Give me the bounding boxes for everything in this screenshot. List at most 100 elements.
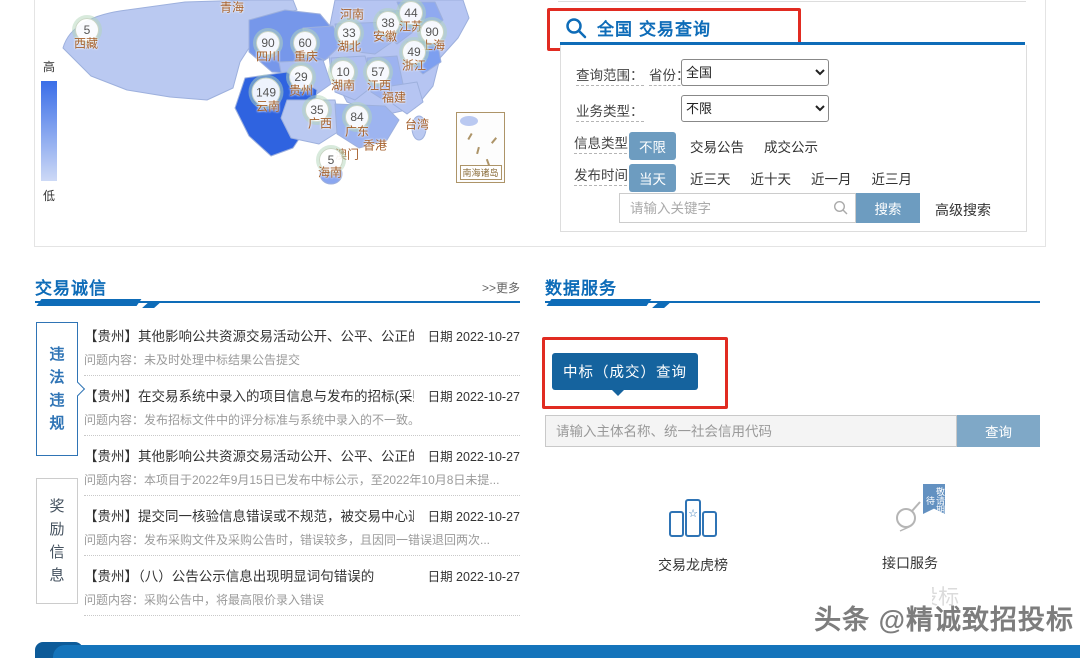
query-title-region: 全国	[597, 15, 633, 40]
south-china-sea-inset: 南海诸岛	[456, 112, 505, 183]
keyword-row: 搜索 高级搜索	[561, 193, 1026, 225]
query-form: 查询范围： 省份： 全国 业务类型： 不限 信息类型： 不限交易公告成交公示 发…	[560, 45, 1027, 232]
item-problem-content: 问题内容：采购公告中，将最高限价录入错误	[84, 591, 520, 608]
shortcut-trade-ranking[interactable]: ☆ 交易龙虎榜	[628, 492, 758, 575]
inset-dash	[491, 137, 497, 144]
national-query-header: 全国 交易查询	[565, 15, 711, 40]
map-province-label: 湖南	[331, 77, 355, 94]
item-title[interactable]: 【贵州】其他影响公共资源交易活动公开、公平、公正的...	[84, 445, 414, 465]
publish-time-option[interactable]: 近十天	[751, 168, 792, 188]
item-problem-content: 问题内容：本项目于2022年9月15日已发布中标公示，至2022年10月8日未提…	[84, 471, 520, 488]
inset-islands-shape	[460, 116, 478, 126]
map-province-label: 四川	[256, 48, 280, 65]
map-province-label: 重庆	[294, 48, 318, 65]
integrity-list-item[interactable]: 【贵州】提交同一核验信息错误或不规范，被交易中心退... 日期 2022-10-2…	[84, 496, 520, 556]
map-province-label: 安徽	[373, 28, 397, 45]
province-select[interactable]: 全国	[681, 59, 829, 86]
integrity-tab[interactable]: 违法违规	[36, 322, 78, 456]
info-type-option[interactable]: 成交公示	[764, 136, 818, 156]
map-province-label: 青海	[220, 0, 244, 16]
map-province-label: 广西	[308, 115, 332, 132]
integrity-title: 交易诚信	[35, 279, 107, 298]
legend-gradient-bar	[41, 81, 57, 181]
coming-soon-badge: 敬请期待	[923, 484, 945, 514]
map-province-label: 云南	[256, 98, 280, 115]
business-row: 业务类型： 不限	[561, 95, 1026, 123]
item-title[interactable]: 【贵州】提交同一核验信息错误或不规范，被交易中心退...	[84, 505, 414, 525]
business-select[interactable]: 不限	[681, 95, 829, 122]
publish-time-row: 发布时间： 当天近三天近十天近一月近三月	[561, 159, 1026, 187]
item-date: 日期 2022-10-27	[428, 446, 520, 465]
subject-query-button[interactable]: 查询	[957, 415, 1040, 447]
item-title[interactable]: 【贵州】在交易系统中录入的项目信息与发布的招标(采购...	[84, 385, 414, 405]
item-problem-content: 问题内容：发布招标文件中的评分标准与系统中录入的不一致。	[84, 411, 520, 428]
data-service-title: 数据服务	[545, 279, 617, 298]
integrity-more-link[interactable]: >>更多	[482, 279, 520, 296]
input-search-icon	[833, 200, 849, 216]
shortcut-label: 接口服务	[845, 553, 975, 573]
data-service-header: 数据服务	[545, 274, 1040, 298]
item-date: 日期 2022-10-27	[428, 506, 520, 525]
search-icon	[565, 17, 587, 39]
inset-dash	[476, 147, 480, 154]
publish-time-option[interactable]: 近三天	[690, 168, 731, 188]
map-province-label: 福建	[382, 89, 406, 106]
subject-query-input[interactable]	[545, 415, 957, 447]
item-date: 日期 2022-10-27	[428, 386, 520, 405]
info-type-option[interactable]: 不限	[629, 132, 676, 160]
integrity-accent	[37, 299, 142, 306]
scope-row: 查询范围： 省份： 全国	[561, 59, 1026, 87]
active-tab-notch	[71, 382, 85, 396]
china-map[interactable]: 青海5西藏河南90四川60重庆33湖北38安徽44江苏90上海49浙江10湖南5…	[35, 0, 535, 240]
shortcut-api-service[interactable]: 敬请期待 接口服务	[845, 492, 975, 573]
info-type-options: 不限交易公告成交公示	[629, 132, 838, 160]
svg-text:☆: ☆	[688, 508, 698, 520]
query-title: 交易查询	[639, 15, 711, 40]
inset-dash	[467, 133, 472, 140]
legend-low-label: 低	[38, 187, 60, 204]
map-province-label: 浙江	[402, 57, 426, 74]
integrity-list-item[interactable]: 【贵州】其他影响公共资源交易活动公开、公平、公正的... 日期 2022-10-2…	[84, 436, 520, 496]
publish-time-option[interactable]: 当天	[629, 164, 676, 192]
integrity-tabs: 违法违规奖励信息	[36, 322, 78, 604]
award-tab-pointer	[612, 390, 624, 402]
inset-label: 南海诸岛	[459, 165, 501, 180]
award-query-tab[interactable]: 中标（成交）查询	[552, 353, 698, 390]
map-province-label: 香港	[363, 137, 387, 154]
info-type-row: 信息类型： 不限交易公告成交公示	[561, 127, 1026, 155]
integrity-list-item[interactable]: 【贵州】在交易系统中录入的项目信息与发布的招标(采购... 日期 2022-10-…	[84, 376, 520, 436]
item-problem-content: 问题内容：未及时处理中标结果公告提交	[84, 351, 520, 368]
keyword-input[interactable]	[619, 193, 856, 223]
map-heat-legend: 高 低	[38, 58, 60, 204]
item-date: 日期 2022-10-27	[428, 326, 520, 345]
legend-high-label: 高	[38, 58, 60, 75]
search-button[interactable]: 搜索	[856, 193, 920, 223]
integrity-tab[interactable]: 奖励信息	[36, 478, 78, 604]
map-province-label: 海南	[318, 164, 342, 181]
integrity-tab-label: 违法违规	[49, 343, 65, 435]
integrity-list-item[interactable]: 【贵州】其他影响公共资源交易活动公开、公平、公正的... 日期 2022-10-2…	[84, 316, 520, 376]
map-province-label: 西藏	[74, 35, 98, 52]
panel-top-divider	[558, 1, 1026, 2]
map-province-label: 湖北	[337, 38, 361, 55]
item-title[interactable]: 【贵州】（八）公告公示信息出现明显词句错误的	[84, 565, 374, 585]
map-province-label: 贵州	[289, 82, 313, 99]
publish-time-option[interactable]: 近三月	[872, 168, 913, 188]
publish-time-options: 当天近三天近十天近一月近三月	[629, 164, 932, 192]
shortcut-label: 交易龙虎榜	[628, 555, 758, 575]
watermark: 头条 @精诚致招投标	[814, 598, 1074, 637]
item-date: 日期 2022-10-27	[428, 566, 520, 585]
publish-time-option[interactable]: 近一月	[811, 168, 852, 188]
info-type-option[interactable]: 交易公告	[690, 136, 744, 156]
integrity-list-item[interactable]: 【贵州】（八）公告公示信息出现明显词句错误的 日期 2022-10-27 问题内容：…	[84, 556, 520, 616]
advanced-search-link[interactable]: 高级搜索	[935, 200, 991, 220]
map-province-label: 台湾	[405, 116, 429, 133]
scope-label: 查询范围：	[576, 64, 644, 86]
integrity-header: 交易诚信 >>更多	[35, 274, 520, 298]
data-service-accent	[547, 299, 652, 306]
item-problem-content: 问题内容：发布采购文件及采购公告时，错误较多，且因同一错误退回两次...	[84, 531, 520, 548]
business-label: 业务类型：	[576, 100, 644, 122]
map-province-label: 河南	[340, 6, 364, 23]
item-title[interactable]: 【贵州】其他影响公共资源交易活动公开、公平、公正的...	[84, 325, 414, 345]
integrity-list: 【贵州】其他影响公共资源交易活动公开、公平、公正的... 日期 2022-10-2…	[84, 316, 520, 616]
